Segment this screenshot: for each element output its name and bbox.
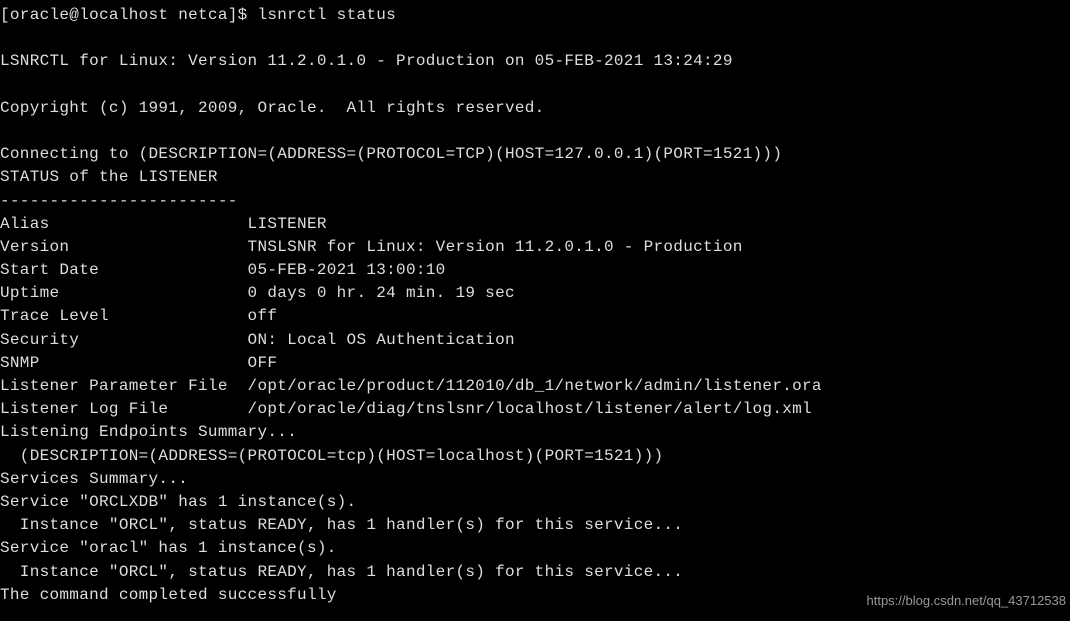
blank-line bbox=[0, 27, 1070, 50]
fields-container: Alias LISTENERVersion TNSLSNR for Linux:… bbox=[0, 213, 1070, 422]
banner-line: LSNRCTL for Linux: Version 11.2.0.1.0 - … bbox=[0, 50, 1070, 73]
service-line: Service "oracl" has 1 instance(s). bbox=[0, 537, 1070, 560]
endpoints-header-line: Listening Endpoints Summary... bbox=[0, 421, 1070, 444]
status-field-line: Trace Level off bbox=[0, 305, 1070, 328]
prompt-prefix: [oracle@localhost netca]$ bbox=[0, 6, 257, 24]
status-field-line: Security ON: Local OS Authentication bbox=[0, 329, 1070, 352]
instance-line: Instance "ORCL", status READY, has 1 han… bbox=[0, 561, 1070, 584]
status-header-line: STATUS of the LISTENER bbox=[0, 166, 1070, 189]
instance-line: Instance "ORCL", status READY, has 1 han… bbox=[0, 514, 1070, 537]
status-field-line: Listener Log File /opt/oracle/diag/tnsls… bbox=[0, 398, 1070, 421]
services-container: Service "ORCLXDB" has 1 instance(s). Ins… bbox=[0, 491, 1070, 584]
services-header-line: Services Summary... bbox=[0, 468, 1070, 491]
status-field-line: Version TNSLSNR for Linux: Version 11.2.… bbox=[0, 236, 1070, 259]
status-field-line: SNMP OFF bbox=[0, 352, 1070, 375]
blank-line bbox=[0, 74, 1070, 97]
command-text: lsnrctl status bbox=[257, 6, 396, 24]
status-field-line: Listener Parameter File /opt/oracle/prod… bbox=[0, 375, 1070, 398]
copyright-line: Copyright (c) 1991, 2009, Oracle. All ri… bbox=[0, 97, 1070, 120]
service-line: Service "ORCLXDB" has 1 instance(s). bbox=[0, 491, 1070, 514]
status-field-line: Alias LISTENER bbox=[0, 213, 1070, 236]
endpoint-desc-line: (DESCRIPTION=(ADDRESS=(PROTOCOL=tcp)(HOS… bbox=[0, 445, 1070, 468]
shell-prompt-line[interactable]: [oracle@localhost netca]$ lsnrctl status bbox=[0, 4, 1070, 27]
connecting-line: Connecting to (DESCRIPTION=(ADDRESS=(PRO… bbox=[0, 143, 1070, 166]
separator-line: ------------------------ bbox=[0, 190, 1070, 213]
blank-line bbox=[0, 120, 1070, 143]
status-field-line: Uptime 0 days 0 hr. 24 min. 19 sec bbox=[0, 282, 1070, 305]
watermark-url: https://blog.csdn.net/qq_43712538 bbox=[867, 592, 1067, 611]
status-field-line: Start Date 05-FEB-2021 13:00:10 bbox=[0, 259, 1070, 282]
